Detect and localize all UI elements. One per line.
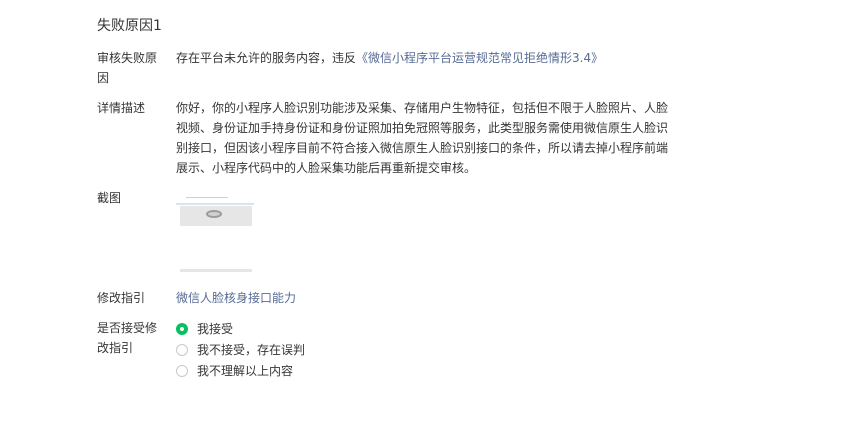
reason-rule-link[interactable]: 《微信小程序平台运营规范常见拒绝情形3.4》 <box>356 51 603 65</box>
radio-circle-unclear[interactable] <box>176 364 188 377</box>
reason-row: 审核失败原因 存在平台未允许的服务内容，违反《微信小程序平台运营规范常见拒绝情形… <box>97 48 657 88</box>
guide-value: 微信人脸核身接口能力 <box>176 288 676 308</box>
radio-option-accept[interactable]: 我接受 <box>176 318 305 339</box>
thumbnail-bottom-bar <box>180 269 252 272</box>
screenshot-row: 截图 <box>97 188 657 278</box>
radio-label-reject: 我不接受，存在误判 <box>197 342 306 357</box>
detail-row: 详情描述 你好，你的小程序人脸识别功能涉及采集、存储用户生物特征，包括但不限于人… <box>97 98 668 178</box>
guide-row: 修改指引 微信人脸核身接口能力 <box>97 288 657 308</box>
thumbnail-header <box>176 203 254 205</box>
guide-link[interactable]: 微信人脸核身接口能力 <box>176 291 296 305</box>
reason-value: 存在平台未允许的服务内容，违反《微信小程序平台运营规范常见拒绝情形3.4》 <box>176 48 676 68</box>
section-title: 失败原因1 <box>97 18 162 34</box>
accept-label: 是否接受修改指引 <box>97 321 158 355</box>
reason-label: 审核失败原因 <box>97 51 158 85</box>
radio-option-unclear[interactable]: 我不理解以上内容 <box>176 360 305 381</box>
radio-option-reject[interactable]: 我不接受，存在误判 <box>176 339 305 360</box>
detail-text: 你好，你的小程序人脸识别功能涉及采集、存储用户生物特征，包括但不限于人脸照片、人… <box>176 101 669 175</box>
accept-radio-group: 我接受 我不接受，存在误判 我不理解以上内容 <box>176 318 305 381</box>
radio-label-unclear: 我不理解以上内容 <box>197 363 294 378</box>
radio-circle-accept[interactable] <box>176 322 188 335</box>
screenshot-label: 截图 <box>97 191 122 205</box>
accept-row: 是否接受修改指引 我接受 我不接受，存在误判 我不理解以上内容 <box>97 318 657 388</box>
detail-label: 详情描述 <box>97 101 146 115</box>
guide-label: 修改指引 <box>97 291 146 305</box>
thumbnail-topline <box>186 197 228 198</box>
radio-circle-reject[interactable] <box>176 343 188 356</box>
radio-label-accept: 我接受 <box>197 321 234 336</box>
thumbnail-oval-icon <box>206 210 222 218</box>
screenshot-thumbnail[interactable] <box>176 194 254 278</box>
reason-text: 存在平台未允许的服务内容，违反 <box>176 51 357 65</box>
